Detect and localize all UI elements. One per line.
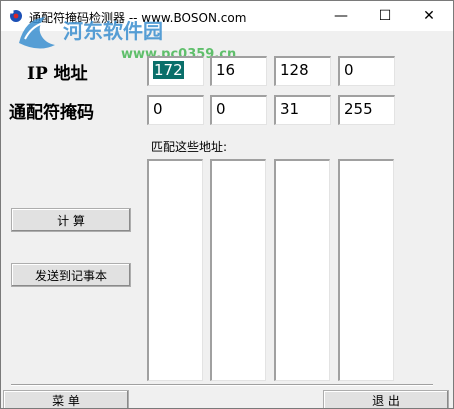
result-list-octet-1[interactable] — [147, 159, 203, 381]
ip-octet-2-field[interactable]: 16 — [210, 56, 267, 86]
mask-octet-2-field[interactable]: 0 — [210, 95, 267, 125]
watermark-text: 河东软件园 — [63, 19, 163, 43]
mask-octet-4-field[interactable]: 255 — [338, 95, 395, 125]
maximize-button[interactable]: ☐ — [363, 1, 407, 31]
minimize-button[interactable]: — — [319, 1, 363, 31]
close-button[interactable]: ✕ — [407, 1, 451, 31]
result-list-octet-3[interactable] — [274, 159, 330, 381]
ip-octet-4-field[interactable]: 0 — [338, 56, 395, 86]
ip-octet-1-field[interactable]: 172 — [147, 56, 204, 86]
wildcard-mask-label: 通配符掩码 — [9, 103, 94, 123]
ip-octet-1-selected-text: 172 — [153, 61, 184, 79]
mask-octet-1-field[interactable]: 0 — [147, 95, 204, 125]
send-to-notepad-button[interactable]: 发送到记事本 — [11, 263, 131, 287]
exit-button[interactable]: 退 出 — [323, 390, 449, 408]
result-list-octet-2[interactable] — [210, 159, 266, 381]
watermark-logo-icon — [19, 17, 55, 49]
result-list-octet-4[interactable] — [338, 159, 394, 381]
menu-button[interactable]: 菜 单 — [3, 390, 129, 408]
app-window: 通配符掩码检测器 -- www.BOSON.com — ☐ ✕ 河东软件园 ww… — [0, 0, 454, 409]
ip-address-label: IP 地址 — [27, 64, 88, 84]
calculate-button[interactable]: 计 算 — [11, 208, 131, 232]
bottom-divider — [11, 384, 433, 386]
matching-addresses-label: 匹配这些地址: — [151, 140, 228, 154]
mask-octet-3-field[interactable]: 31 — [274, 95, 331, 125]
ip-octet-3-field[interactable]: 128 — [274, 56, 331, 86]
